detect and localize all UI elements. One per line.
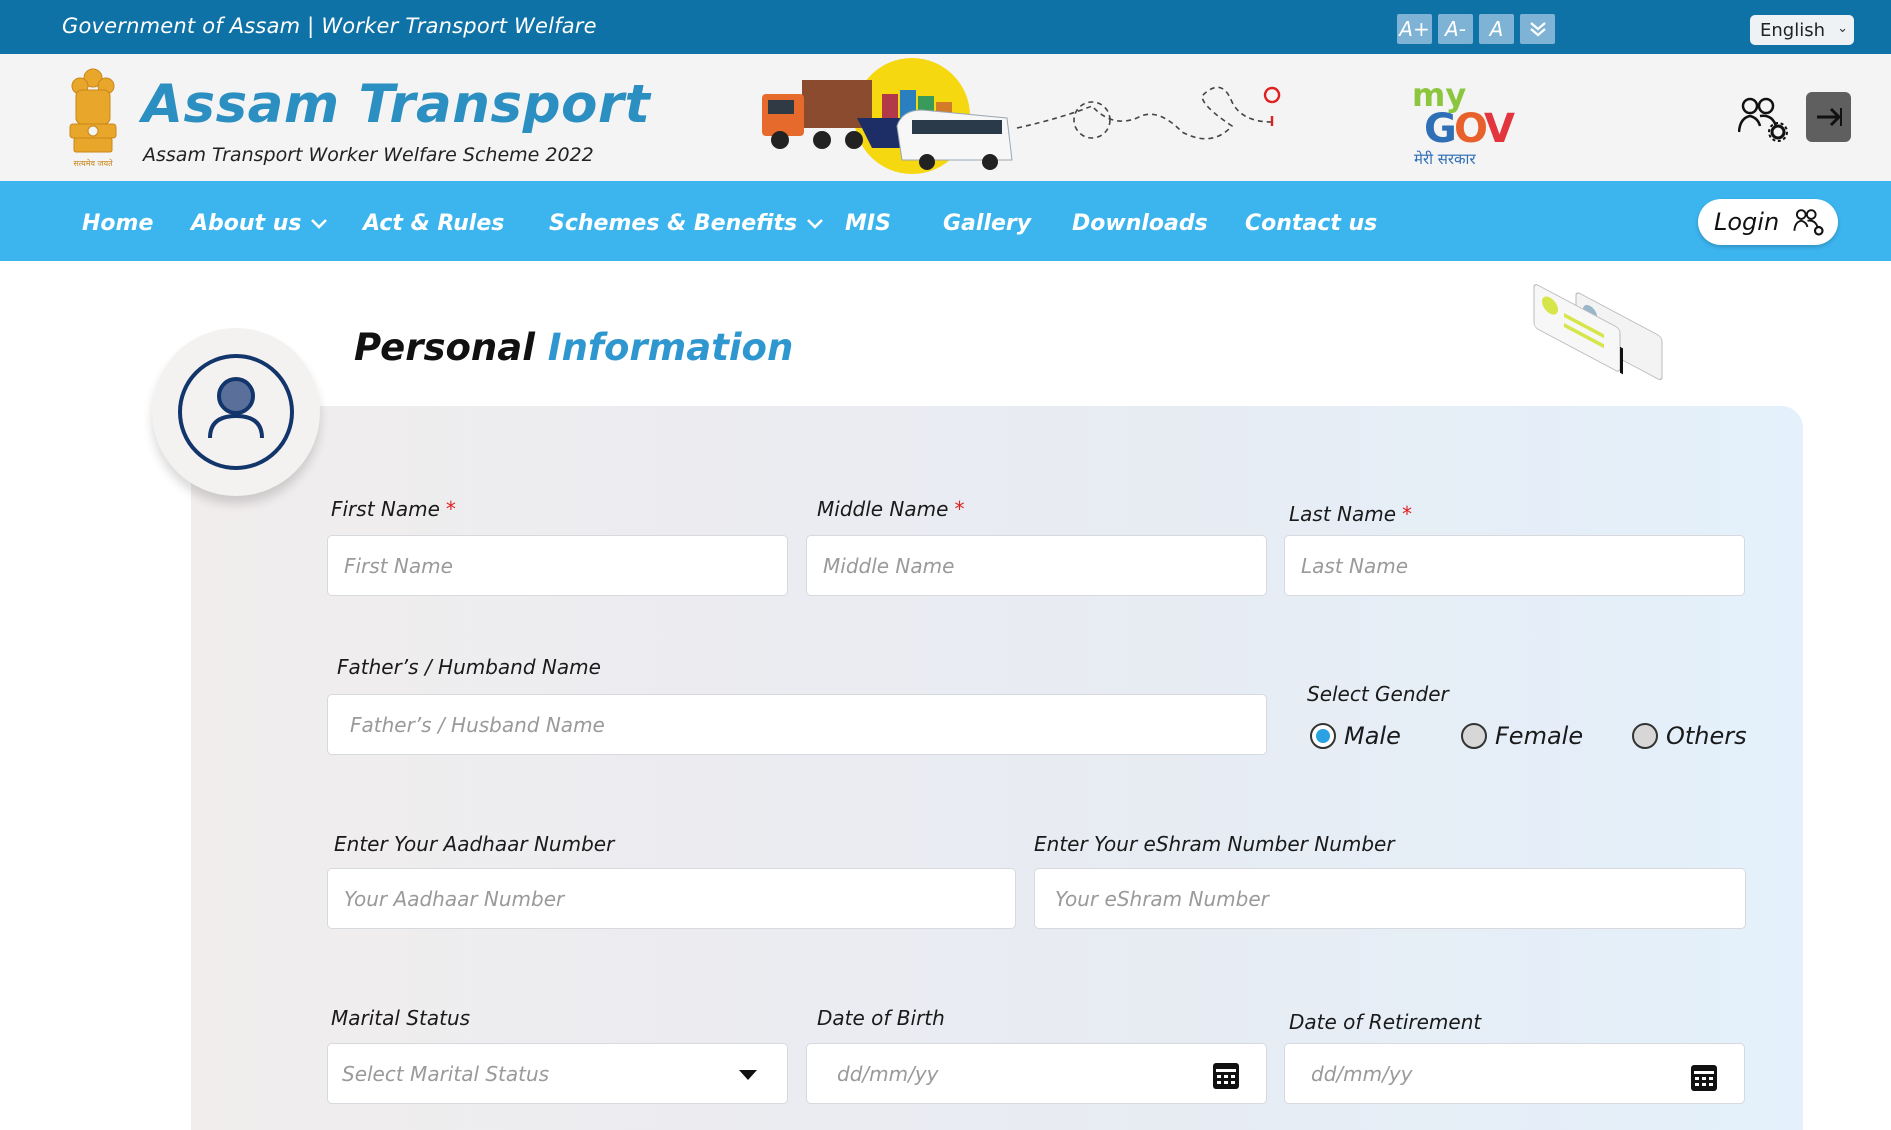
last-name-label: Last Name *	[1289, 502, 1413, 526]
father-name-input[interactable]: Father’s / Husband Name	[327, 694, 1267, 755]
aadhaar-placeholder: Your Aadhaar Number	[344, 886, 565, 911]
language-value: English	[1760, 20, 1825, 41]
dob-input[interactable]: dd/mm/yy	[806, 1043, 1267, 1104]
state-emblem-logo: सत्यमेव जयते	[69, 68, 117, 168]
font-reset-button[interactable]: A	[1479, 14, 1514, 44]
nav-mis[interactable]: MIS	[845, 211, 891, 236]
retirement-date-input[interactable]: dd/mm/yy	[1284, 1043, 1745, 1104]
radio-female[interactable]	[1461, 723, 1487, 749]
page-title-part2: Information	[547, 326, 794, 369]
radio-male[interactable]	[1310, 723, 1336, 749]
font-decrease-button[interactable]: A-	[1438, 14, 1473, 44]
aadhaar-input[interactable]: Your Aadhaar Number	[327, 868, 1016, 929]
calendar-icon[interactable]	[1212, 1062, 1240, 1090]
nav-gallery-label: Gallery	[943, 211, 1032, 236]
marital-status-select[interactable]: Select Marital Status	[327, 1043, 788, 1104]
profile-avatar	[152, 328, 320, 496]
id-cards-illustration	[1533, 284, 1663, 380]
chevron-down-icon: ⌄	[1837, 21, 1848, 36]
nav-act-label: Act & Rules	[363, 211, 505, 236]
retirement-label: Date of Retirement	[1289, 1010, 1482, 1034]
login-button[interactable]: Login	[1698, 199, 1838, 245]
gender-option-others[interactable]: Others	[1632, 722, 1747, 750]
father-name-placeholder: Father’s / Husband Name	[350, 712, 605, 737]
last-name-placeholder: Last Name	[1301, 553, 1409, 578]
users-settings-icon	[1793, 209, 1824, 236]
font-increase-button[interactable]: A+	[1397, 14, 1432, 44]
first-name-label: First Name *	[331, 497, 456, 521]
svg-text:V: V	[1484, 106, 1515, 152]
logout-button[interactable]	[1806, 92, 1851, 142]
father-name-label: Father’s / Humband Name	[337, 655, 601, 679]
gender-option-male[interactable]: Male	[1310, 722, 1401, 750]
user-profile-icon	[178, 354, 294, 470]
nav-schemes-benefits[interactable]: Schemes & Benefits	[549, 211, 824, 236]
nav-home-label: Home	[82, 211, 154, 236]
dob-label: Date of Birth	[817, 1006, 945, 1030]
calendar-icon[interactable]	[1690, 1064, 1718, 1092]
font-size-controls: A+ A- A	[1397, 14, 1555, 44]
svg-text:G: G	[1424, 106, 1457, 152]
chevron-down-icon	[311, 218, 328, 229]
language-select[interactable]: English ⌄	[1750, 15, 1854, 45]
page-title: Personal Information	[354, 326, 793, 369]
site-header: सत्यमेव जयते Assam Transport Assam Trans…	[0, 54, 1891, 181]
gender-female-label: Female	[1495, 722, 1584, 750]
top-bar: Government of Assam | Worker Transport W…	[0, 0, 1891, 54]
eshram-label: Enter Your eShram Number Number	[1034, 832, 1395, 856]
retirement-placeholder: dd/mm/yy	[1311, 1061, 1413, 1086]
gender-option-female[interactable]: Female	[1461, 722, 1583, 750]
site-brand-title[interactable]: Assam Transport	[142, 74, 650, 135]
site-tagline: Assam Transport Worker Welfare Scheme 20…	[143, 144, 594, 166]
marital-status-placeholder: Select Marital Status	[342, 1061, 550, 1086]
main-navigation: Home About us Act & Rules Schemes & Bene…	[0, 181, 1891, 261]
mygov-subtext: मेरी सरकार	[1414, 150, 1476, 168]
nav-downloads[interactable]: Downloads	[1072, 211, 1208, 236]
gender-others-label: Others	[1666, 722, 1747, 750]
nav-schemes-label: Schemes & Benefits	[549, 211, 798, 236]
eshram-placeholder: Your eShram Number	[1055, 886, 1269, 911]
nav-downloads-label: Downloads	[1072, 211, 1208, 236]
nav-act-rules[interactable]: Act & Rules	[363, 211, 504, 236]
dob-placeholder: dd/mm/yy	[837, 1061, 939, 1086]
nav-contact-label: Contact us	[1245, 211, 1378, 236]
chevron-down-icon	[807, 218, 824, 229]
government-text: Government of Assam | Worker Transport W…	[62, 14, 597, 38]
middle-name-placeholder: Middle Name	[823, 553, 955, 578]
caret-down-icon	[739, 1070, 757, 1080]
nav-about-us[interactable]: About us	[191, 211, 328, 236]
first-name-input[interactable]: First Name	[327, 535, 788, 596]
expand-toggle-button[interactable]	[1520, 14, 1555, 44]
mygov-logo: my G O V मेरी सरकार	[1412, 76, 1515, 168]
emblem-motto: सत्यमेव जयते	[73, 158, 113, 168]
nav-gallery[interactable]: Gallery	[943, 211, 1031, 236]
last-name-input[interactable]: Last Name	[1284, 535, 1745, 596]
nav-mis-label: MIS	[845, 211, 891, 236]
page-title-part1: Personal	[354, 326, 535, 369]
nav-about-label: About us	[191, 211, 302, 236]
gender-label: Select Gender	[1307, 682, 1449, 706]
double-chevron-down-icon	[1529, 22, 1546, 37]
svg-text:O: O	[1454, 106, 1488, 152]
arrow-right-icon	[1816, 107, 1842, 127]
middle-name-label: Middle Name *	[817, 497, 965, 521]
middle-name-input[interactable]: Middle Name	[806, 535, 1267, 596]
radio-others[interactable]	[1632, 723, 1658, 749]
gender-male-label: Male	[1344, 722, 1401, 750]
first-name-placeholder: First Name	[344, 553, 453, 578]
users-settings-icon[interactable]	[1738, 94, 1790, 142]
nav-home[interactable]: Home	[82, 211, 153, 236]
transport-illustration	[762, 58, 1281, 174]
eshram-input[interactable]: Your eShram Number	[1034, 868, 1746, 929]
marital-status-label: Marital Status	[331, 1006, 471, 1030]
login-label: Login	[1714, 208, 1780, 236]
nav-contact-us[interactable]: Contact us	[1245, 211, 1377, 236]
aadhaar-label: Enter Your Aadhaar Number	[334, 832, 615, 856]
